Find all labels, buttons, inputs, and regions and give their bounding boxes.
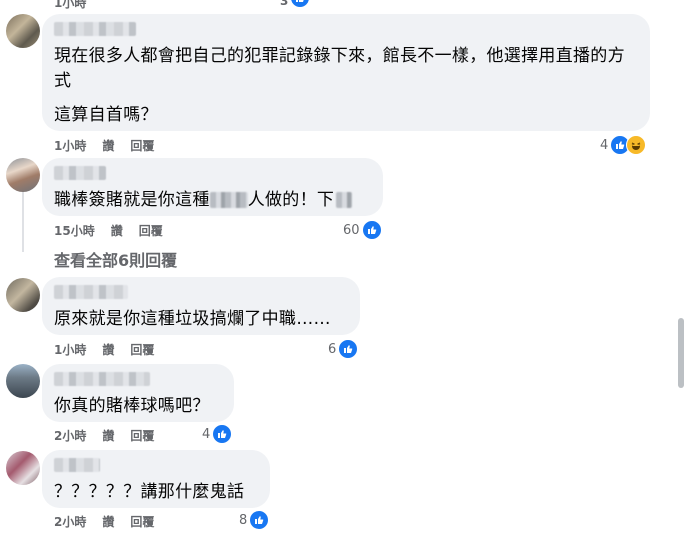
comment-text: ？？？？？講那什麼鬼話 xyxy=(54,480,258,505)
comment-text: 職棒簽賭就是你這種 人做的！下 xyxy=(54,188,371,213)
comment-line: 你真的賭棒球嗎吧？ xyxy=(54,396,210,416)
comment-text: 原來就是你這種垃圾搞爛了中職…… xyxy=(54,307,348,332)
comment-text: 現在很多人都會把自己的犯罪記錄錄下來，館長不一樣，他選擇用直播的方式 這算自首嗎… xyxy=(54,44,638,128)
author-name-blurred[interactable] xyxy=(54,22,136,36)
reply-button[interactable]: 回覆 xyxy=(130,137,154,154)
comment-actions: 1小時 讚 回覆 xyxy=(54,341,170,358)
reaction-summary[interactable]: 4 xyxy=(202,424,233,444)
comment-bubble: 現在很多人都會把自己的犯罪記錄錄下來，館長不一樣，他選擇用直播的方式 這算自首嗎… xyxy=(42,14,650,131)
like-icon xyxy=(249,510,270,530)
see-all-replies-link[interactable]: 查看全部6則回覆 xyxy=(54,247,177,271)
comment-time[interactable]: 1小時 xyxy=(54,341,86,358)
avatar[interactable] xyxy=(6,451,40,485)
avatar[interactable] xyxy=(6,364,40,398)
comment-bubble: 你真的賭棒球嗎吧？ xyxy=(42,364,234,422)
reaction-count: 3 xyxy=(280,0,289,8)
scrollbar-thumb[interactable] xyxy=(678,318,684,388)
blurred-text xyxy=(209,192,248,208)
comment-text-part: 職棒簽賭就是你這種 xyxy=(54,190,210,210)
comment-line: 現在很多人都會把自己的犯罪記錄錄下來，館長不一樣，他選擇用直播的方式 xyxy=(54,46,625,91)
like-button[interactable]: 讚 xyxy=(102,137,114,154)
comment-line: 這算自首嗎？ xyxy=(54,105,158,125)
blurred-text xyxy=(336,192,353,208)
comment-line: 原來就是你這種垃圾搞爛了中職…… xyxy=(54,309,331,329)
comment-time[interactable]: 15小時 xyxy=(54,222,95,239)
reaction-summary[interactable]: 4 xyxy=(600,135,647,155)
reaction-count: 6 xyxy=(328,341,337,357)
reply-button[interactable]: 回覆 xyxy=(130,427,154,444)
reply-button[interactable]: 回覆 xyxy=(130,513,154,530)
comment-bubble: ？？？？？講那什麼鬼話 xyxy=(42,450,270,508)
reaction-count: 60 xyxy=(343,222,360,238)
comment-time: 1小時 xyxy=(54,0,87,10)
reaction-summary[interactable]: 8 xyxy=(239,510,270,530)
like-icon xyxy=(290,0,310,8)
like-button[interactable]: 讚 xyxy=(111,222,123,239)
comment-time[interactable]: 2小時 xyxy=(54,513,86,530)
reaction-count: 8 xyxy=(239,512,248,528)
reply-button[interactable]: 回覆 xyxy=(139,222,163,239)
author-name-blurred[interactable] xyxy=(54,372,150,386)
like-icon xyxy=(338,339,359,359)
avatar[interactable] xyxy=(6,278,40,312)
thread-connector xyxy=(22,190,24,252)
comment-actions: 2小時 讚 回覆 xyxy=(54,513,170,530)
comment-text: 你真的賭棒球嗎吧？ xyxy=(54,394,222,419)
reaction-count: 4 xyxy=(202,426,211,442)
comment-time[interactable]: 2小時 xyxy=(54,427,86,444)
reaction-summary[interactable]: 6 xyxy=(328,339,359,359)
author-name-blurred[interactable] xyxy=(54,458,100,472)
avatar[interactable] xyxy=(6,158,40,192)
like-icon xyxy=(212,424,233,444)
comment-actions: 1小時 讚 回覆 xyxy=(54,137,170,154)
like-icon xyxy=(361,220,382,240)
comment-text-part: 人做的！下 xyxy=(247,190,335,210)
previous-comment-meta: 1小時 3 xyxy=(0,0,686,10)
like-button[interactable]: 讚 xyxy=(102,427,114,444)
avatar[interactable] xyxy=(6,14,40,48)
comment-actions: 2小時 讚 回覆 xyxy=(54,427,170,444)
haha-icon xyxy=(626,135,647,155)
comment-line: ？？？？？講那什麼鬼話 xyxy=(54,482,245,502)
reaction-summary[interactable]: 60 xyxy=(343,220,382,240)
reaction-count: 4 xyxy=(600,137,609,153)
comment-actions: 15小時 讚 回覆 xyxy=(54,222,179,239)
comment-bubble: 原來就是你這種垃圾搞爛了中職…… xyxy=(42,277,360,335)
like-button[interactable]: 讚 xyxy=(102,341,114,358)
author-name-blurred[interactable] xyxy=(54,285,128,299)
reply-button[interactable]: 回覆 xyxy=(130,341,154,358)
comment-time[interactable]: 1小時 xyxy=(54,137,86,154)
author-name-blurred[interactable] xyxy=(54,166,106,180)
like-button[interactable]: 讚 xyxy=(102,513,114,530)
comment-bubble: 職棒簽賭就是你這種 人做的！下 xyxy=(42,158,383,216)
